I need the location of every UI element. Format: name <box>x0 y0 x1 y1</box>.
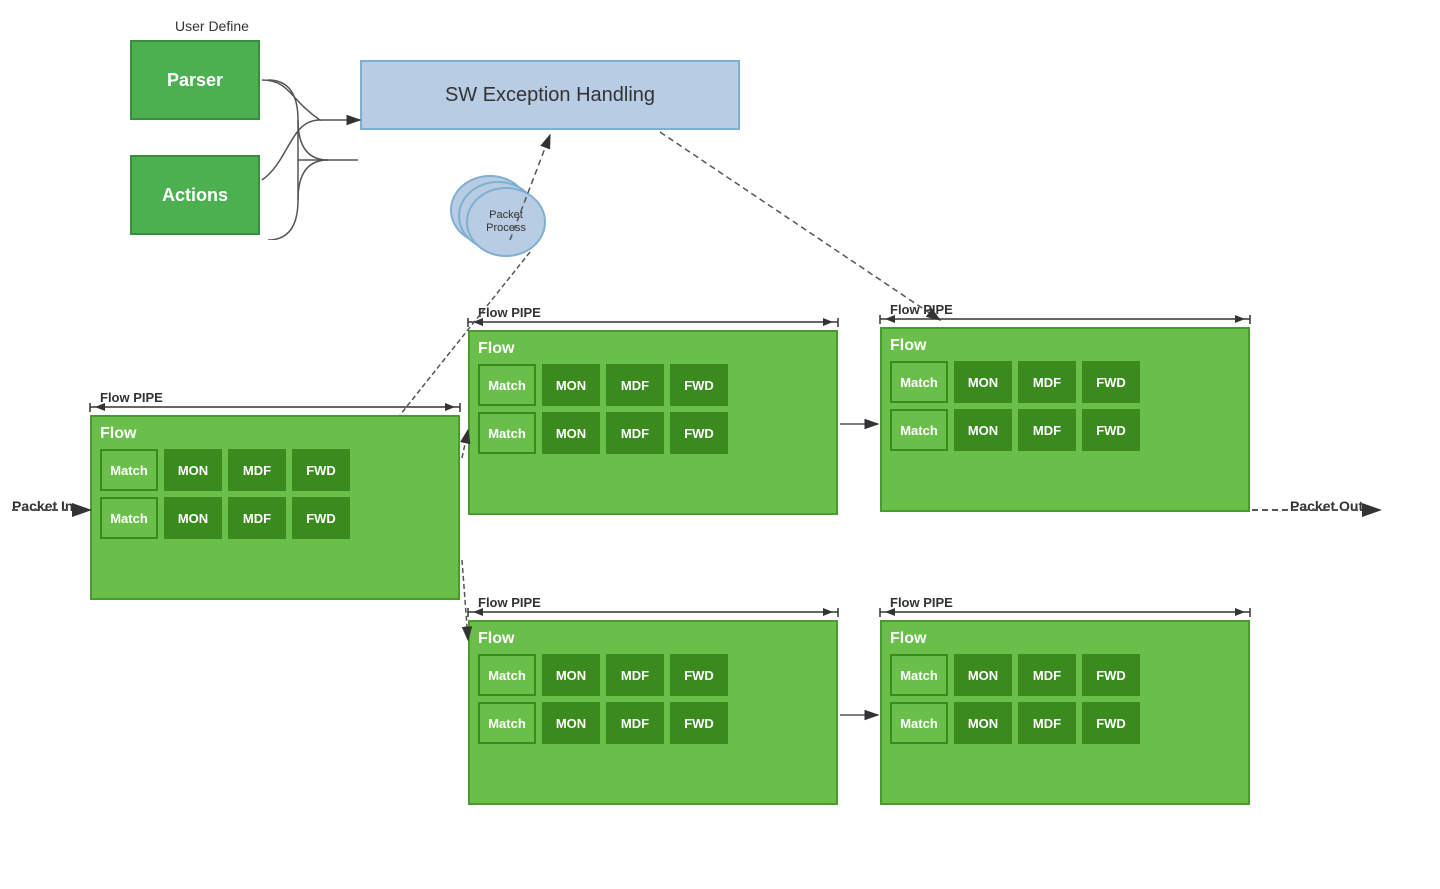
cell-left-1-fwd: FWD <box>292 449 350 491</box>
flow-row-left-1: Match MON MDF FWD <box>100 449 450 491</box>
cell-right-bot-1-mon: MON <box>954 654 1012 696</box>
parser-box: Parser <box>130 40 260 120</box>
cell-mid-top-2-mdf: MDF <box>606 412 664 454</box>
flow-title-right-bot: Flow <box>890 630 1240 648</box>
cell-left-1-mon: MON <box>164 449 222 491</box>
cell-mid-top-2-match: Match <box>478 412 536 454</box>
cell-mid-top-1-mdf: MDF <box>606 364 664 406</box>
cell-right-bot-2-mon: MON <box>954 702 1012 744</box>
flow-pipe-label-mid-top: Flow PIPE <box>478 305 541 320</box>
flow-row-right-bot-2: Match MON MDF FWD <box>890 702 1240 744</box>
flow-container-left: Flow Match MON MDF FWD Match MON MDF FWD <box>90 415 460 600</box>
cell-mid-bot-1-fwd: FWD <box>670 654 728 696</box>
cell-right-bot-1-match: Match <box>890 654 948 696</box>
cell-right-top-1-match: Match <box>890 361 948 403</box>
flow-title-mid-top: Flow <box>478 340 828 358</box>
cell-mid-bot-2-fwd: FWD <box>670 702 728 744</box>
flow-row-mid-bot-2: Match MON MDF FWD <box>478 702 828 744</box>
flow-title-right-top: Flow <box>890 337 1240 355</box>
sw-exception-box: SW Exception Handling <box>360 60 740 130</box>
cell-right-bot-1-fwd: FWD <box>1082 654 1140 696</box>
flow-container-mid-top: Flow Match MON MDF FWD Match MON MDF FWD <box>468 330 838 515</box>
cell-right-top-2-fwd: FWD <box>1082 409 1140 451</box>
flow-row-right-top-2: Match MON MDF FWD <box>890 409 1240 451</box>
flow-pipe-label-mid-bot: Flow PIPE <box>478 595 541 610</box>
cell-left-1-match: Match <box>100 449 158 491</box>
sw-exception-label: SW Exception Handling <box>445 84 655 107</box>
flow-title-mid-bot: Flow <box>478 630 828 648</box>
cell-right-bot-2-mdf: MDF <box>1018 702 1076 744</box>
parser-label: Parser <box>167 70 223 91</box>
flow-row-left-2: Match MON MDF FWD <box>100 497 450 539</box>
user-define-label: User Define <box>175 18 249 34</box>
cell-mid-bot-2-match: Match <box>478 702 536 744</box>
actions-label: Actions <box>162 185 228 206</box>
cell-right-bot-2-fwd: FWD <box>1082 702 1140 744</box>
flow-pipe-label-right-top: Flow PIPE <box>890 302 953 317</box>
flow-pipe-label-left: Flow PIPE <box>100 390 163 405</box>
cell-right-top-1-mon: MON <box>954 361 1012 403</box>
cell-right-top-2-mdf: MDF <box>1018 409 1076 451</box>
cell-left-2-match: Match <box>100 497 158 539</box>
flow-row-mid-top-2: Match MON MDF FWD <box>478 412 828 454</box>
cell-mid-bot-2-mon: MON <box>542 702 600 744</box>
cell-mid-bot-2-mdf: MDF <box>606 702 664 744</box>
flow-container-mid-bot: Flow Match MON MDF FWD Match MON MDF FWD <box>468 620 838 805</box>
cell-left-2-fwd: FWD <box>292 497 350 539</box>
cell-mid-bot-1-mon: MON <box>542 654 600 696</box>
cell-mid-top-1-fwd: FWD <box>670 364 728 406</box>
cell-left-1-mdf: MDF <box>228 449 286 491</box>
flow-container-right-top: Flow Match MON MDF FWD Match MON MDF FWD <box>880 327 1250 512</box>
cell-right-bot-1-mdf: MDF <box>1018 654 1076 696</box>
diagram-container: User Define Parser Actions SW Exception … <box>0 0 1440 889</box>
cell-mid-top-1-match: Match <box>478 364 536 406</box>
cell-mid-top-2-fwd: FWD <box>670 412 728 454</box>
flow-row-mid-top-1: Match MON MDF FWD <box>478 364 828 406</box>
cell-right-top-2-match: Match <box>890 409 948 451</box>
cell-mid-top-2-mon: MON <box>542 412 600 454</box>
cell-right-top-1-mdf: MDF <box>1018 361 1076 403</box>
actions-box: Actions <box>130 155 260 235</box>
packet-process-label: PacketProcess <box>486 209 526 235</box>
flow-container-right-bot: Flow Match MON MDF FWD Match MON MDF FWD <box>880 620 1250 805</box>
cell-right-top-2-mon: MON <box>954 409 1012 451</box>
flow-pipe-label-right-bot: Flow PIPE <box>890 595 953 610</box>
packet-process-circle-3: PacketProcess <box>466 187 546 257</box>
flow-row-right-top-1: Match MON MDF FWD <box>890 361 1240 403</box>
cell-left-2-mdf: MDF <box>228 497 286 539</box>
flow-row-right-bot-1: Match MON MDF FWD <box>890 654 1240 696</box>
cell-right-bot-2-match: Match <box>890 702 948 744</box>
flow-row-mid-bot-1: Match MON MDF FWD <box>478 654 828 696</box>
cell-left-2-mon: MON <box>164 497 222 539</box>
cell-right-top-1-fwd: FWD <box>1082 361 1140 403</box>
packet-in-label: Packet In <box>12 498 73 514</box>
cell-mid-top-1-mon: MON <box>542 364 600 406</box>
flow-title-left: Flow <box>100 425 450 443</box>
packet-out-label: Packet Out <box>1290 498 1363 514</box>
cell-mid-bot-1-mdf: MDF <box>606 654 664 696</box>
cell-mid-bot-1-match: Match <box>478 654 536 696</box>
